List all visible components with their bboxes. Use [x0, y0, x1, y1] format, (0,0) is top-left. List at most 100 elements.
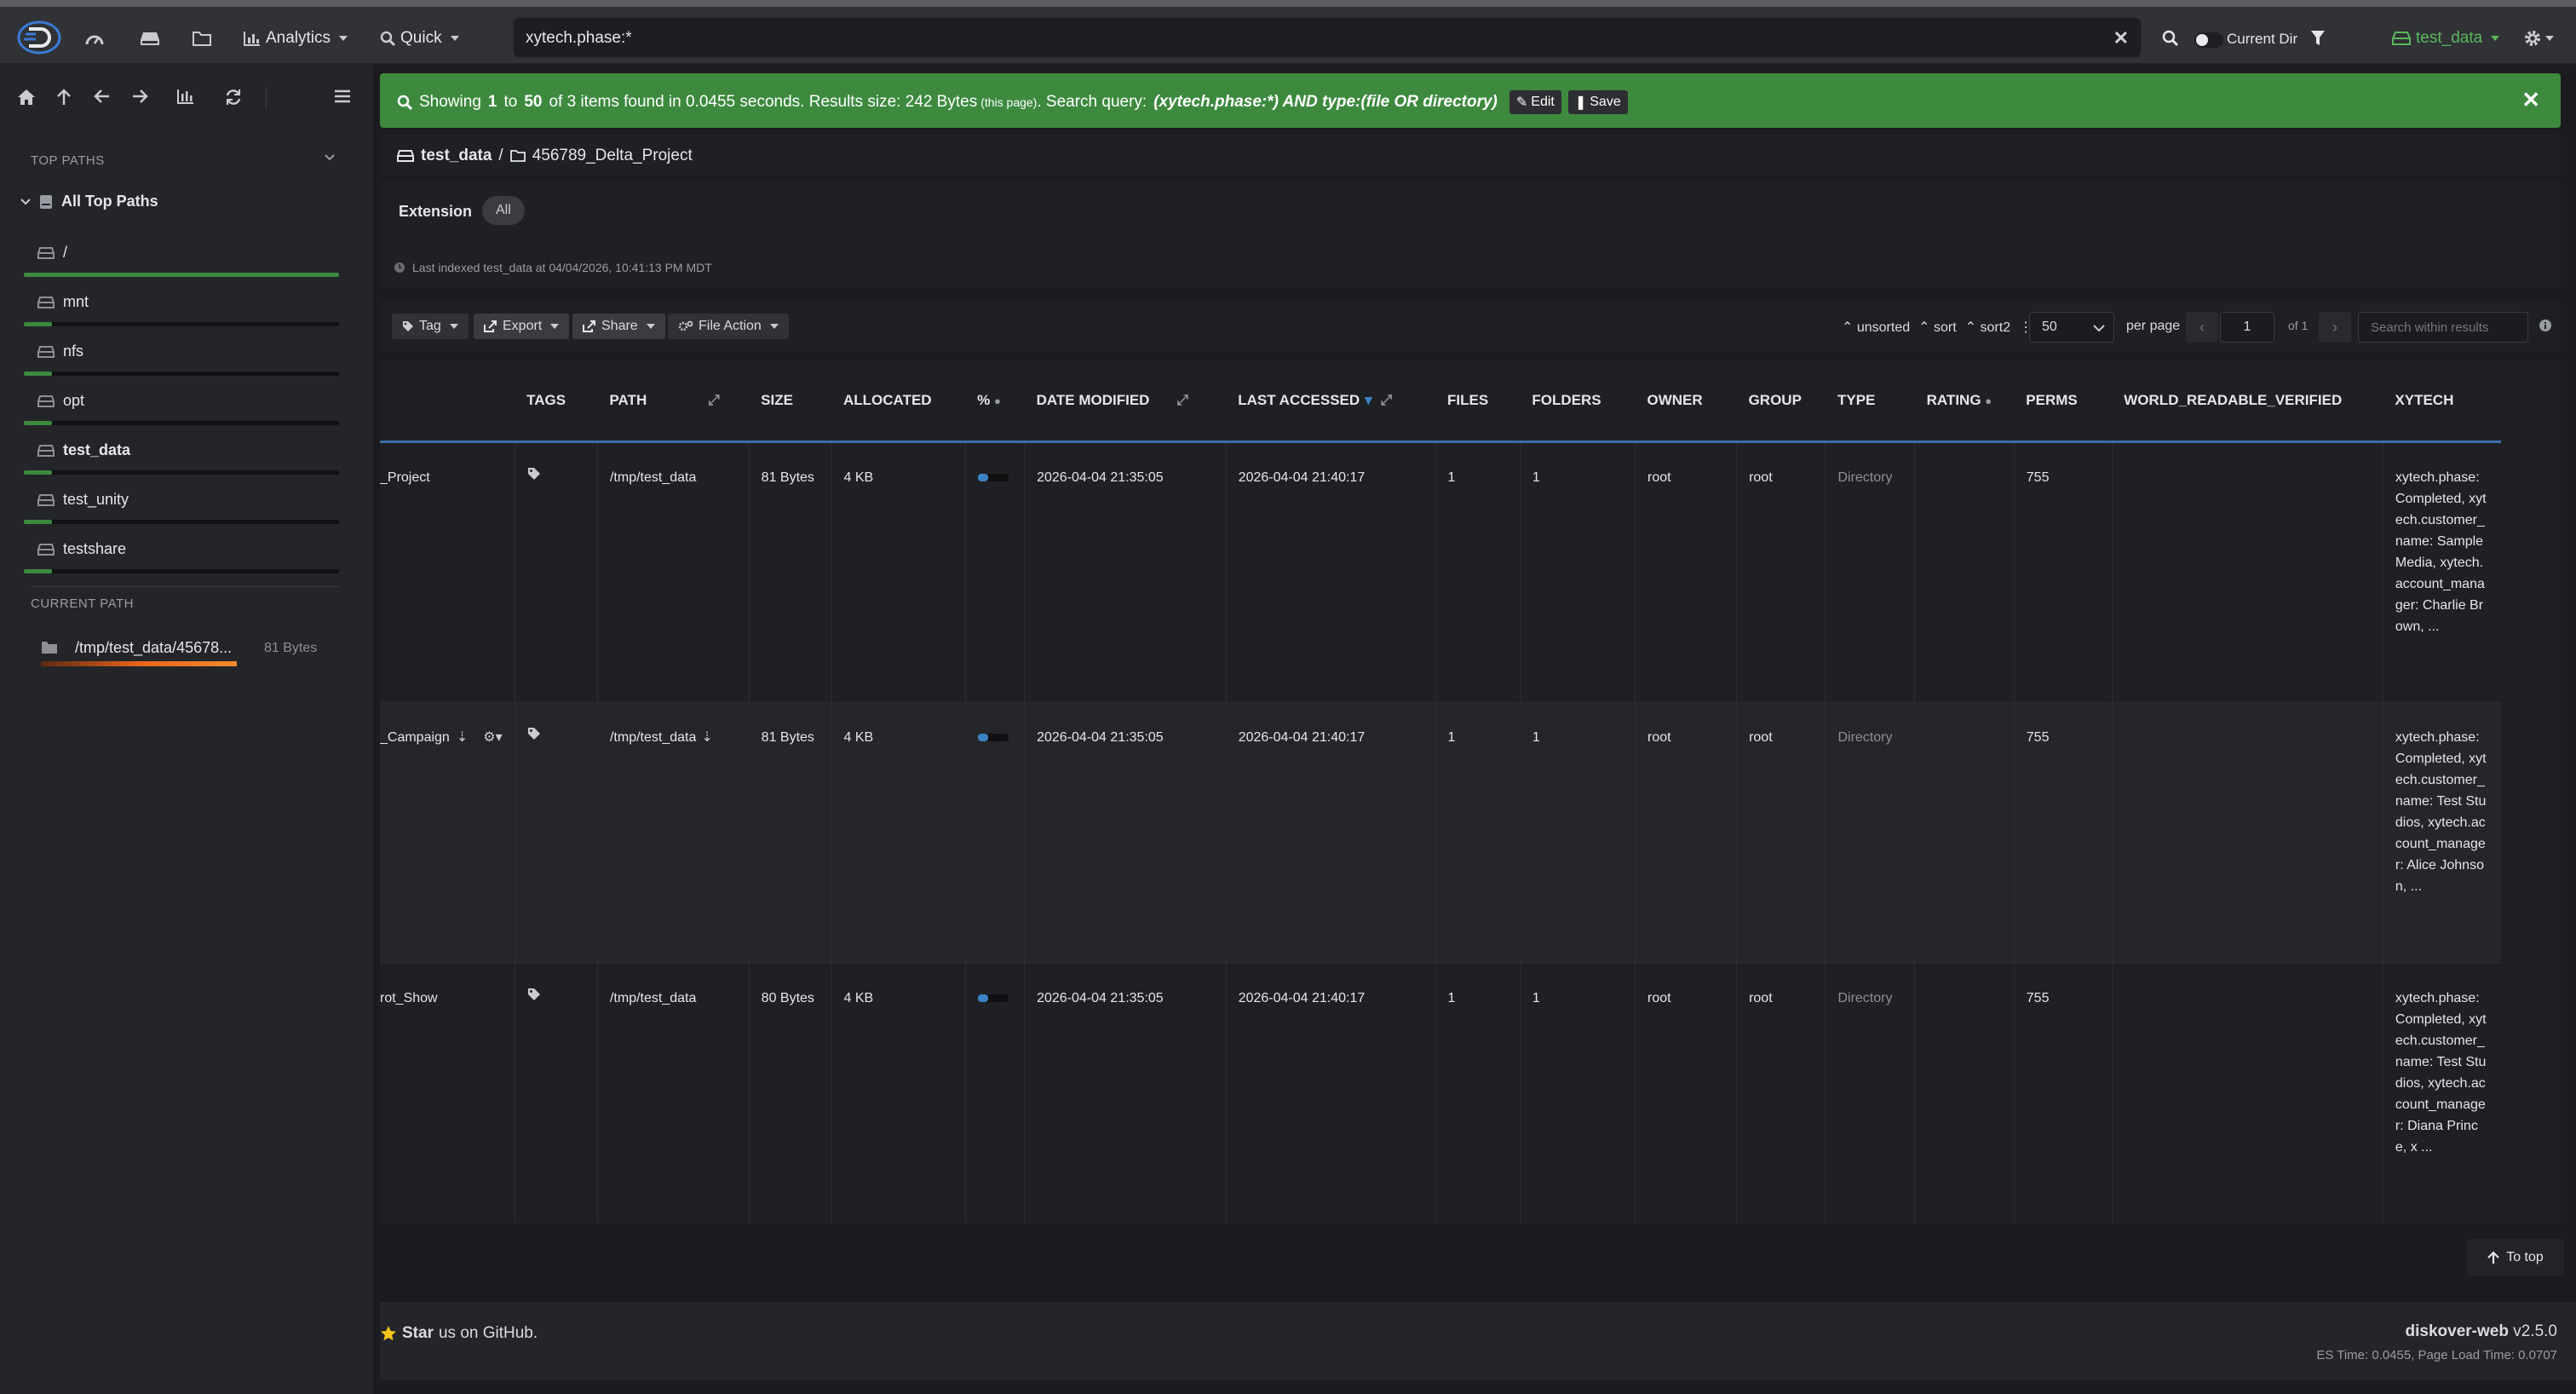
analytics-menu[interactable]: Analytics [244, 29, 348, 48]
path-cell[interactable]: /tmp/test_data [610, 991, 696, 1005]
type-cell: Directory [1825, 441, 1916, 702]
export-button[interactable]: Export [474, 314, 570, 339]
current-path-size: 81 Bytes [264, 641, 318, 655]
column-header-files[interactable]: FILES [1435, 361, 1521, 443]
sort2-toggle[interactable]: ⌃ sort2 [1965, 319, 2010, 336]
column-header-type[interactable]: TYPE [1825, 361, 1915, 443]
top-path-item[interactable]: testshare [24, 540, 341, 590]
sort-desc-icon: ▾ [1365, 392, 1372, 409]
folder-icon[interactable] [193, 31, 211, 46]
file-name-link[interactable]: rot_Show [380, 991, 438, 1005]
dashboard-icon[interactable] [85, 31, 104, 48]
path-cell[interactable]: /tmp/test_data [610, 730, 696, 745]
range-from: 1 [487, 93, 497, 111]
top-path-item[interactable]: nfs [24, 343, 341, 392]
clear-search-icon[interactable]: ✕ [2113, 27, 2129, 49]
column-header-world-readable[interactable]: WORLD_READABLE_VERIFIED [2112, 361, 2383, 443]
diskover-logo-icon[interactable] [17, 19, 61, 56]
sort-controls: ⌃ unsorted ⌃ sort ⌃ sort2 ⋮ [1842, 319, 2033, 336]
refresh-icon[interactable] [225, 89, 242, 106]
owner-cell: root [1635, 962, 1738, 1224]
column-header-folders[interactable]: FOLDERS [1520, 361, 1636, 443]
all-top-paths[interactable]: All Top Paths [20, 193, 158, 210]
column-header-path[interactable]: PATH ⤢ [597, 361, 750, 443]
tag-icon[interactable] [527, 988, 541, 1001]
table-row[interactable]: _Campaign ⇣ ⚙▾ /tmp/test_data ⇣ 81 Bytes 4 KB 2… [380, 701, 2501, 963]
drive-icon[interactable] [140, 31, 160, 46]
column-header-rating[interactable]: RATING ● [1914, 361, 2015, 443]
column-header-date-modified[interactable]: DATE MODIFIED ⤢ [1024, 361, 1227, 443]
save-query-button[interactable]: ❚ Save [1567, 90, 1628, 114]
close-alert-icon[interactable]: ✕ [2521, 87, 2540, 113]
column-header-last-accessed[interactable]: LAST ACCESSED ▾ ⤢ [1226, 361, 1436, 443]
index-selector[interactable]: test_data [2392, 29, 2500, 48]
next-page-button[interactable]: › [2319, 312, 2351, 343]
collapse-top-paths-icon[interactable] [324, 153, 336, 162]
tag-icon[interactable] [527, 727, 541, 740]
breadcrumb-folder[interactable]: 456789_Delta_Project [532, 147, 693, 165]
top-path-item[interactable]: mnt [24, 293, 341, 343]
per-page-select[interactable]: 50 [2029, 312, 2114, 343]
file-name-link[interactable]: _Campaign [380, 730, 450, 745]
column-header-name[interactable] [380, 361, 515, 443]
search-query-label: . Search query: [1037, 93, 1147, 111]
page-number-input[interactable]: 1 [2220, 312, 2274, 343]
column-header-group[interactable]: GROUP [1736, 361, 1826, 443]
prev-page-button[interactable]: ‹ [2186, 312, 2218, 343]
table-row[interactable]: rot_Show/tmp/test_data 80 Bytes 4 KB 2026-0… [380, 962, 2501, 1224]
forward-arrow-icon[interactable] [131, 89, 148, 104]
back-arrow-icon[interactable] [94, 89, 111, 104]
expand-column-icon[interactable]: ⤢ [1176, 392, 1188, 408]
search-within-input[interactable]: Search within results [2358, 312, 2528, 343]
app-name: diskover-web [2405, 1322, 2509, 1340]
share-button[interactable]: Share [572, 314, 665, 339]
top-paths-title: TOP PATHS [31, 153, 105, 168]
to-top-button[interactable]: To top [2467, 1239, 2564, 1276]
extension-all-pill[interactable]: All [482, 196, 525, 225]
column-header-owner[interactable]: OWNER [1635, 361, 1737, 443]
file-action-button[interactable]: File Action [668, 314, 789, 339]
column-header-percent[interactable]: % ● [965, 361, 1025, 443]
search-submit-icon[interactable] [2162, 30, 2179, 47]
last-accessed-header-label: LAST ACCESSED [1238, 392, 1360, 409]
settings-menu[interactable] [2523, 29, 2554, 48]
column-header-allocated[interactable]: ALLOCATED [831, 361, 966, 443]
sort-icon[interactable]: ⇣ [701, 730, 712, 745]
unsorted-toggle[interactable]: ⌃ unsorted [1842, 319, 1910, 336]
sort-toggle[interactable]: ⌃ sort [1918, 319, 1957, 336]
expand-column-icon[interactable]: ⤢ [708, 392, 720, 408]
column-header-size[interactable]: SIZE [749, 361, 832, 443]
sort-icon[interactable]: ⇣ [457, 730, 468, 745]
perms-cell: 755 [2014, 962, 2113, 1224]
breadcrumb-root[interactable]: test_data [421, 147, 492, 165]
hamburger-menu-icon[interactable] [334, 89, 351, 104]
group-cell: root [1736, 701, 1826, 963]
current-dir-toggle[interactable] [2194, 32, 2223, 48]
column-header-xytech[interactable]: XYTECH [2383, 361, 2501, 443]
path-cell[interactable]: /tmp/test_data [610, 470, 696, 485]
up-arrow-icon[interactable] [56, 89, 72, 106]
main-search-input[interactable] [526, 26, 2076, 50]
home-icon[interactable] [17, 89, 36, 106]
column-header-perms[interactable]: PERMS [2014, 361, 2113, 443]
top-path-item[interactable]: test_unity [24, 491, 341, 540]
chart-icon[interactable] [177, 89, 194, 104]
table-row[interactable]: _Project/tmp/test_data 81 Bytes 4 KB 2026-0… [380, 441, 2501, 702]
github-star-link[interactable]: Star us on GitHub. [380, 1324, 538, 1343]
file-name-link[interactable]: _Project [380, 470, 430, 485]
info-icon[interactable] [2539, 319, 2552, 332]
quick-menu[interactable]: Quick [380, 29, 459, 48]
tag-button[interactable]: Tag [392, 314, 469, 339]
gears-icon[interactable]: ⚙▾ [483, 730, 502, 745]
gears-icon [678, 320, 693, 331]
expand-column-icon[interactable]: ⤢ [1381, 392, 1393, 408]
top-path-item[interactable]: test_data [24, 441, 341, 491]
date-modified-cell: 2026-04-04 21:35:05 [1024, 701, 1227, 963]
tag-icon[interactable] [527, 467, 541, 481]
column-header-tags[interactable]: TAGS [515, 361, 598, 443]
star-icon [381, 1326, 396, 1341]
top-path-item[interactable]: / [24, 244, 341, 293]
top-path-item[interactable]: opt [24, 392, 341, 441]
filter-icon[interactable] [2310, 30, 2326, 47]
edit-query-button[interactable]: ✎ Edit [1509, 90, 1561, 114]
